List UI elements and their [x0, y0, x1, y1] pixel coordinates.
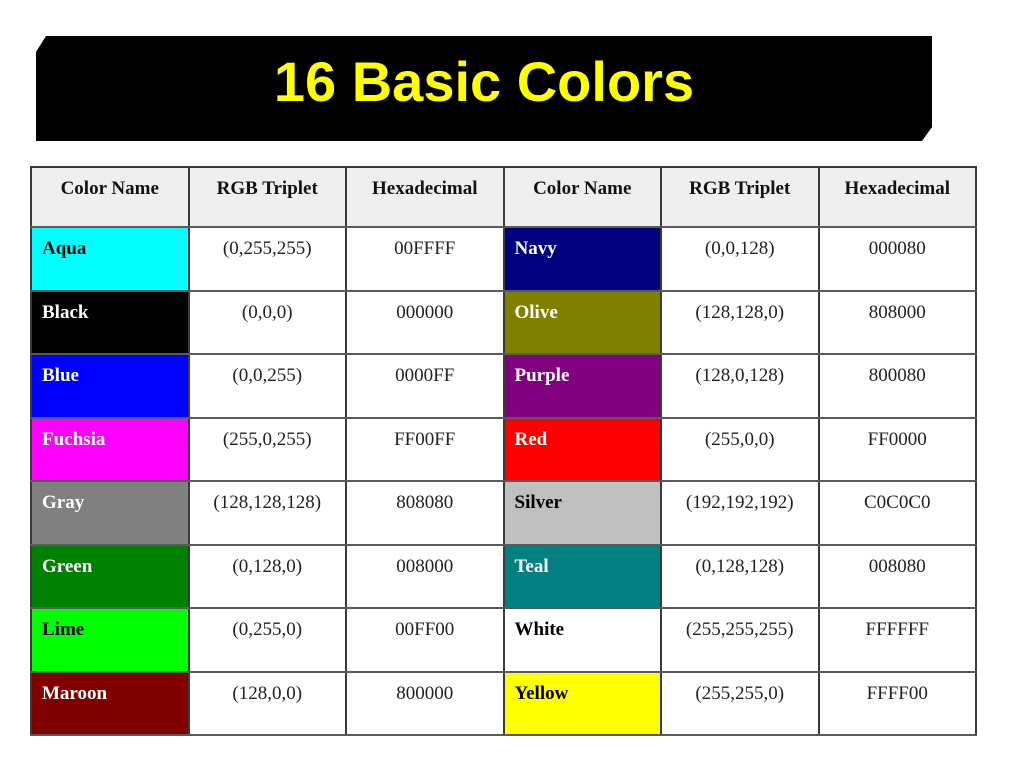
hexadecimal-cell: 800080	[817, 353, 977, 419]
color-name-cell: Fuchsia	[30, 416, 190, 482]
rgb-triplet-cell: (0,128,128)	[660, 543, 820, 609]
table-row: Gray (128,128,128) 808080 Silver (192,192,19…	[30, 480, 977, 546]
hexadecimal-cell: FFFFFF	[817, 607, 977, 673]
title-banner: 16 Basic Colors	[36, 36, 932, 141]
hexadecimal-cell: C0C0C0	[817, 480, 977, 546]
rgb-triplet-cell: (0,128,0)	[187, 543, 347, 609]
rgb-triplet-cell: (0,0,128)	[660, 226, 820, 292]
colors-table: Color Name RGB Triplet Hexadecimal Color…	[30, 166, 977, 736]
table-row: Blue (0,0,255) 0000FF Purple (128,0,128) 8000…	[30, 353, 977, 419]
rgb-triplet-cell: (255,0,255)	[187, 416, 347, 482]
color-name-cell: Teal	[502, 543, 662, 609]
table-row: Black (0,0,0) 000000 Olive (128,128,0) 808000	[30, 289, 977, 355]
color-name-cell: Blue	[30, 353, 190, 419]
color-name-cell: Red	[502, 416, 662, 482]
rgb-triplet-cell: (0,0,0)	[187, 289, 347, 355]
hexadecimal-cell: 00FF00	[345, 607, 505, 673]
hexadecimal-cell: 808000	[817, 289, 977, 355]
table-row: Green (0,128,0) 008000 Teal (0,128,128) 00808…	[30, 543, 977, 609]
header-hexadecimal: Hexadecimal	[817, 166, 977, 228]
header-color-name: Color Name	[30, 166, 190, 228]
header-hexadecimal: Hexadecimal	[345, 166, 505, 228]
table-row: Maroon (128,0,0) 800000 Yellow (255,255,0) FF…	[30, 670, 977, 736]
table-header-row: Color Name RGB Triplet Hexadecimal Color…	[30, 166, 977, 228]
header-rgb-triplet: RGB Triplet	[187, 166, 347, 228]
hexadecimal-cell: 0000FF	[345, 353, 505, 419]
rgb-triplet-cell: (0,255,255)	[187, 226, 347, 292]
rgb-triplet-cell: (128,0,0)	[187, 670, 347, 736]
color-name-cell: Gray	[30, 480, 190, 546]
hexadecimal-cell: FF00FF	[345, 416, 505, 482]
hexadecimal-cell: 00FFFF	[345, 226, 505, 292]
hexadecimal-cell: 008080	[817, 543, 977, 609]
rgb-triplet-cell: (192,192,192)	[660, 480, 820, 546]
color-name-cell: Navy	[502, 226, 662, 292]
rgb-triplet-cell: (128,128,0)	[660, 289, 820, 355]
color-name-cell: Silver	[502, 480, 662, 546]
hexadecimal-cell: 000080	[817, 226, 977, 292]
rgb-triplet-cell: (0,255,0)	[187, 607, 347, 673]
rgb-triplet-cell: (255,255,0)	[660, 670, 820, 736]
color-name-cell: Purple	[502, 353, 662, 419]
table-row: Aqua (0,255,255) 00FFFF Navy (0,0,128) 000080	[30, 226, 977, 292]
color-name-cell: Aqua	[30, 226, 190, 292]
color-name-cell: Olive	[502, 289, 662, 355]
color-name-cell: Lime	[30, 607, 190, 673]
hexadecimal-cell: 008000	[345, 543, 505, 609]
rgb-triplet-cell: (255,0,0)	[660, 416, 820, 482]
hexadecimal-cell: 000000	[345, 289, 505, 355]
rgb-triplet-cell: (128,128,128)	[187, 480, 347, 546]
page-title: 16 Basic Colors	[273, 50, 695, 113]
color-name-cell: Yellow	[502, 670, 662, 736]
color-name-cell: White	[502, 607, 662, 673]
color-name-cell: Maroon	[30, 670, 190, 736]
color-name-cell: Black	[30, 289, 190, 355]
rgb-triplet-cell: (255,255,255)	[660, 607, 820, 673]
hexadecimal-cell: 800000	[345, 670, 505, 736]
hexadecimal-cell: FFFF00	[817, 670, 977, 736]
rgb-triplet-cell: (0,0,255)	[187, 353, 347, 419]
color-name-cell: Green	[30, 543, 190, 609]
hexadecimal-cell: FF0000	[817, 416, 977, 482]
table-row: Lime (0,255,0) 00FF00 White (255,255,255) FFF…	[30, 607, 977, 673]
header-rgb-triplet: RGB Triplet	[660, 166, 820, 228]
rgb-triplet-cell: (128,0,128)	[660, 353, 820, 419]
table-row: Fuchsia (255,0,255) FF00FF Red (255,0,0) FF00…	[30, 416, 977, 482]
hexadecimal-cell: 808080	[345, 480, 505, 546]
header-color-name: Color Name	[502, 166, 662, 228]
